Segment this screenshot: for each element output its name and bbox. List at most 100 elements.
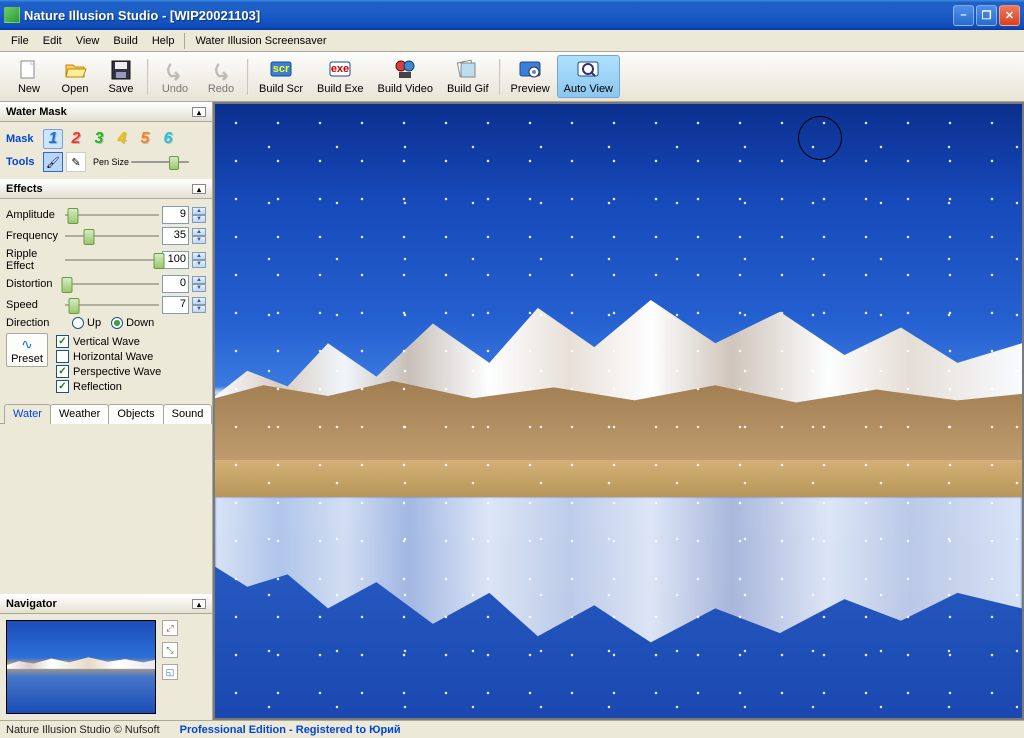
mask-3[interactable]: 3 — [89, 129, 109, 149]
mask-1[interactable]: 1 — [43, 129, 63, 149]
amplitude-slider[interactable] — [65, 206, 159, 224]
frequency-slider[interactable] — [65, 227, 159, 245]
menu-view[interactable]: View — [69, 33, 107, 49]
menu-separator — [184, 33, 185, 49]
vertical-wave-checkbox[interactable]: ✓Vertical Wave — [56, 335, 161, 348]
canvas-area — [213, 102, 1024, 720]
save-button[interactable]: Save — [98, 55, 144, 98]
pensize-slider[interactable] — [131, 154, 189, 170]
app-icon — [4, 7, 20, 23]
speed-value[interactable]: 7 — [162, 296, 189, 314]
new-button[interactable]: New — [6, 55, 52, 98]
autoview-icon — [576, 58, 600, 82]
status-edition: Professional Edition - Registered to Юри… — [180, 724, 401, 736]
nav-zoom-in-icon[interactable]: ⤢ — [162, 620, 178, 636]
exe-icon: exe — [328, 58, 352, 82]
horizontal-wave-checkbox[interactable]: Horizontal Wave — [56, 350, 161, 363]
collapse-icon[interactable]: ▴ — [192, 107, 206, 117]
sidebar: Water Mask▴ Mask 1 2 3 4 5 6 Tools 🖌 ✎ P… — [0, 102, 213, 720]
svg-text:scr: scr — [273, 63, 290, 75]
mask-label: Mask — [6, 133, 40, 145]
effects-panel-title: Effects▴ — [0, 179, 212, 199]
buildscr-button[interactable]: scrBuild Scr — [252, 55, 310, 98]
gif-icon — [456, 58, 480, 82]
amplitude-value[interactable]: 9 — [162, 206, 189, 224]
mask-4[interactable]: 4 — [112, 129, 132, 149]
distortion-label: Distortion — [6, 278, 62, 290]
open-button[interactable]: Open — [52, 55, 98, 98]
save-icon — [109, 58, 133, 82]
speed-spinner[interactable]: ▲▼ — [192, 297, 206, 313]
open-icon — [63, 58, 87, 82]
menu-help[interactable]: Help — [145, 33, 182, 49]
navigator-thumbnail[interactable] — [6, 620, 156, 714]
preview-button[interactable]: Preview — [504, 55, 557, 98]
preview-icon — [518, 58, 542, 82]
video-icon — [393, 58, 417, 82]
buildexe-button[interactable]: exeBuild Exe — [310, 55, 370, 98]
new-icon — [17, 58, 41, 82]
tab-water[interactable]: Water — [4, 404, 51, 424]
buildvideo-button[interactable]: Build Video — [371, 55, 440, 98]
watermask-panel-title: Water Mask▴ — [0, 102, 212, 122]
direction-label: Direction — [6, 317, 62, 329]
frequency-spinner[interactable]: ▲▼ — [192, 228, 206, 244]
nav-fit-icon[interactable]: ◱ — [162, 664, 178, 680]
amplitude-spinner[interactable]: ▲▼ — [192, 207, 206, 223]
distortion-value[interactable]: 0 — [162, 275, 189, 293]
toolbar: New Open Save Undo Redo scrBuild Scr exe… — [0, 52, 1024, 102]
perspective-wave-checkbox[interactable]: ✓Perspective Wave — [56, 365, 161, 378]
wave-icon: ∿ — [21, 336, 33, 353]
tab-objects[interactable]: Objects — [108, 404, 163, 424]
ripple-spinner[interactable]: ▲▼ — [192, 252, 206, 268]
collapse-icon[interactable]: ▴ — [192, 184, 206, 194]
mask-2[interactable]: 2 — [66, 129, 86, 149]
toolbar-separator — [147, 59, 149, 95]
buildgif-button[interactable]: Build Gif — [440, 55, 496, 98]
canvas[interactable] — [215, 104, 1022, 718]
tools-label: Tools — [6, 156, 40, 168]
distortion-spinner[interactable]: ▲▼ — [192, 276, 206, 292]
tab-weather[interactable]: Weather — [50, 404, 109, 424]
navigator-title: Navigator▴ — [0, 594, 212, 614]
autoview-button[interactable]: Auto View — [557, 55, 620, 98]
menubar: File Edit View Build Help Water Illusion… — [0, 30, 1024, 52]
direction-up-radio[interactable]: Up — [72, 317, 101, 329]
menu-wis[interactable]: Water Illusion Screensaver — [188, 33, 333, 49]
direction-down-radio[interactable]: Down — [111, 317, 154, 329]
effect-tabs: Water Weather Objects Sound — [0, 403, 212, 424]
mask-5[interactable]: 5 — [135, 129, 155, 149]
ripple-slider[interactable] — [65, 251, 159, 269]
reflection-checkbox[interactable]: ✓Reflection — [56, 380, 161, 393]
menu-file[interactable]: File — [4, 33, 36, 49]
brush-tool-icon[interactable]: 🖌 — [43, 152, 63, 172]
frequency-value[interactable]: 35 — [162, 227, 189, 245]
speed-label: Speed — [6, 299, 62, 311]
undo-button[interactable]: Undo — [152, 55, 198, 98]
svg-text:exe: exe — [331, 63, 349, 75]
minimize-button[interactable]: – — [953, 5, 974, 26]
navigator-panel: Navigator▴ ⤢ ⤡ ◱ — [0, 594, 212, 720]
scr-icon: scr — [269, 58, 293, 82]
menu-build[interactable]: Build — [106, 33, 144, 49]
tab-sound[interactable]: Sound — [163, 404, 213, 424]
redo-icon — [209, 58, 233, 82]
mask-6[interactable]: 6 — [158, 129, 178, 149]
speed-slider[interactable] — [65, 296, 159, 314]
maximize-button[interactable]: ❐ — [976, 5, 997, 26]
frequency-label: Frequency — [6, 230, 62, 242]
nav-zoom-out-icon[interactable]: ⤡ — [162, 642, 178, 658]
titlebar: Nature Illusion Studio - [WIP20021103] –… — [0, 0, 1024, 30]
amplitude-label: Amplitude — [6, 209, 62, 221]
window-title: Nature Illusion Studio - [WIP20021103] — [24, 8, 953, 23]
collapse-icon[interactable]: ▴ — [192, 599, 206, 609]
toolbar-separator — [499, 59, 501, 95]
close-button[interactable]: ✕ — [999, 5, 1020, 26]
preset-button[interactable]: ∿Preset — [6, 333, 48, 367]
distortion-slider[interactable] — [65, 275, 159, 293]
brush-cursor-icon — [798, 116, 842, 160]
erase-tool-icon[interactable]: ✎ — [66, 152, 86, 172]
redo-button[interactable]: Redo — [198, 55, 244, 98]
menu-edit[interactable]: Edit — [36, 33, 69, 49]
ripple-value[interactable]: 100 — [162, 251, 189, 269]
